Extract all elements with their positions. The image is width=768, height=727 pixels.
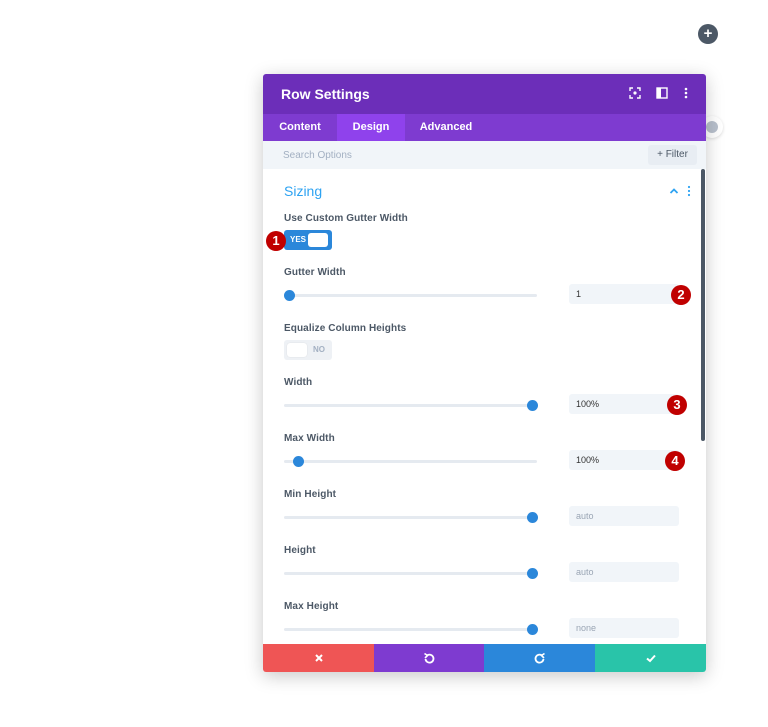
row-settings-modal: Row Settings Content Design Advanced + F… <box>263 74 706 672</box>
more-vertical-icon[interactable] <box>678 85 694 101</box>
modal-footer <box>263 644 706 672</box>
tab-advanced[interactable]: Advanced <box>405 114 487 141</box>
gutter-width-label: Gutter Width <box>284 267 346 278</box>
slider-thumb[interactable] <box>527 568 538 579</box>
max-width-slider[interactable] <box>284 456 537 467</box>
width-input[interactable]: 100% <box>569 394 679 414</box>
toggle-state-text: NO <box>313 345 325 354</box>
section-title-sizing[interactable]: Sizing <box>284 183 322 199</box>
undo-button[interactable] <box>374 644 484 672</box>
equalize-heights-toggle[interactable]: NO <box>284 340 332 360</box>
close-icon <box>314 654 323 662</box>
min-height-input[interactable]: auto <box>569 506 679 526</box>
height-slider[interactable] <box>284 568 538 579</box>
min-height-slider[interactable] <box>284 512 538 523</box>
redo-button[interactable] <box>484 644 595 672</box>
toggle-knob <box>287 343 307 357</box>
height-label: Height <box>284 545 316 556</box>
search-bar: + Filter <box>263 141 706 169</box>
chevron-up-icon[interactable] <box>668 184 680 196</box>
save-button[interactable] <box>595 644 706 672</box>
width-label: Width <box>284 377 313 388</box>
min-height-label: Min Height <box>284 489 337 500</box>
slider-thumb[interactable] <box>527 624 538 635</box>
modal-title: Row Settings <box>281 86 370 102</box>
callout-1: 1 <box>266 231 286 251</box>
max-height-slider[interactable] <box>284 624 538 635</box>
slider-thumb[interactable] <box>527 400 538 411</box>
callout-4: 4 <box>665 451 685 471</box>
gutter-width-slider[interactable] <box>284 290 537 301</box>
equalize-heights-label: Equalize Column Heights <box>284 323 407 334</box>
use-custom-gutter-label: Use Custom Gutter Width <box>284 213 408 224</box>
filter-button[interactable]: + Filter <box>648 145 697 165</box>
add-section-button[interactable]: + <box>698 24 718 44</box>
max-width-input[interactable]: 100% <box>569 450 679 470</box>
split-view-icon[interactable] <box>654 85 670 101</box>
max-height-input[interactable]: none <box>569 618 679 638</box>
height-input[interactable]: auto <box>569 562 679 582</box>
toggle-knob <box>308 233 328 247</box>
slider-thumb[interactable] <box>293 456 304 467</box>
max-height-label: Max Height <box>284 601 339 612</box>
scrollbar[interactable] <box>701 169 705 441</box>
check-icon <box>645 654 656 663</box>
tab-content[interactable]: Content <box>263 114 337 141</box>
use-custom-gutter-toggle[interactable]: YES <box>284 230 332 250</box>
undo-icon <box>424 652 435 664</box>
slider-thumb[interactable] <box>527 512 538 523</box>
toggle-state-text: YES <box>290 235 307 244</box>
max-width-label: Max Width <box>284 433 335 444</box>
modal-tabs: Content Design Advanced <box>263 114 706 141</box>
callout-3: 3 <box>667 395 687 415</box>
width-slider[interactable] <box>284 400 538 411</box>
section-more-icon[interactable] <box>686 184 692 198</box>
slider-thumb[interactable] <box>284 290 295 301</box>
gutter-width-input[interactable]: 1 <box>569 284 679 304</box>
cancel-button[interactable] <box>263 644 374 672</box>
callout-2: 2 <box>671 285 691 305</box>
redo-icon <box>534 652 545 664</box>
tab-design[interactable]: Design <box>337 114 405 141</box>
modal-header: Row Settings <box>263 74 706 114</box>
fullscreen-icon[interactable] <box>627 85 643 101</box>
search-options-input[interactable] <box>263 141 643 169</box>
